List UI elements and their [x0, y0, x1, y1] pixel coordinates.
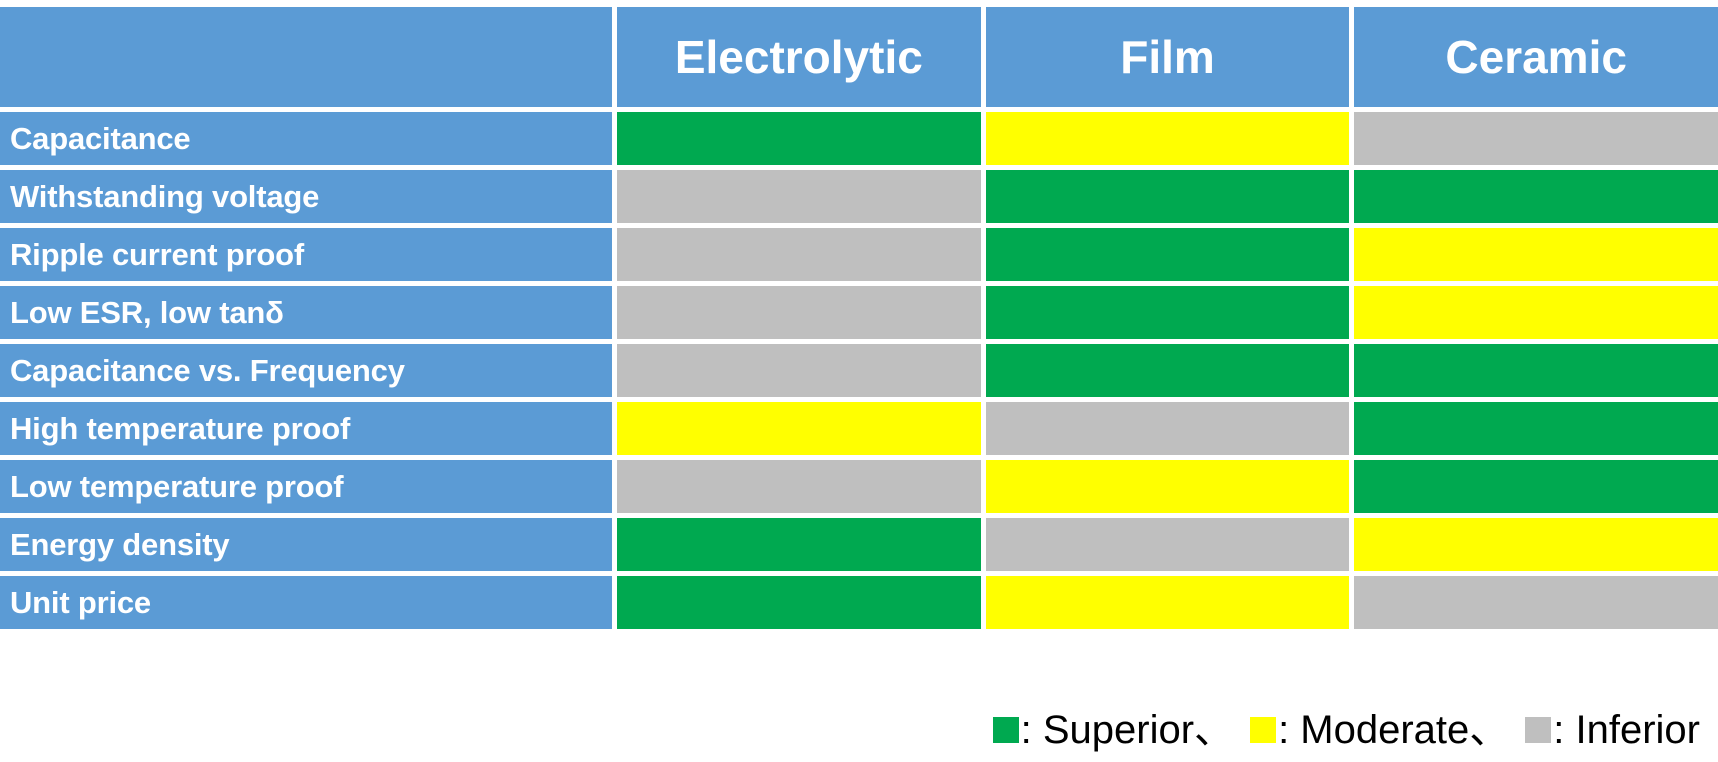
row-label: Low temperature proof: [0, 460, 612, 513]
table-row: Low ESR, low tanδ: [0, 286, 1718, 339]
table-row: Capacitance: [0, 112, 1718, 165]
rating-cell-inferior: [617, 344, 981, 397]
row-label: Capacitance vs. Frequency: [0, 344, 612, 397]
table-row: Capacitance vs. Frequency: [0, 344, 1718, 397]
column-header-film: Film: [985, 7, 1350, 107]
legend-label: : Inferior: [1553, 708, 1700, 752]
table-row: Ripple current proof: [0, 228, 1718, 281]
rating-cell-superior: [617, 576, 981, 629]
rating-cell-moderate: [617, 402, 981, 455]
rating-cell-superior: [1354, 170, 1718, 223]
rating-cell-superior: [985, 344, 1350, 397]
legend-label: : Moderate、: [1278, 708, 1510, 752]
table-header-row: Electrolytic Film Ceramic: [0, 7, 1718, 107]
rating-cell-moderate: [1354, 228, 1718, 281]
rating-cell-superior: [1354, 402, 1718, 455]
rating-cell-superior: [617, 112, 981, 165]
legend-swatch-superior-icon: [992, 717, 1019, 743]
legend-item-moderate: : Moderate、: [1250, 710, 1509, 750]
rating-cell-superior: [1354, 460, 1718, 513]
rating-cell-inferior: [617, 460, 981, 513]
rating-cell-moderate: [1354, 286, 1718, 339]
capacitor-comparison-figure: Electrolytic Film Ceramic Capacitance Withst…: [0, 0, 1718, 762]
table-row: Low temperature proof: [0, 460, 1718, 513]
legend-swatch-moderate-icon: [1250, 717, 1277, 743]
row-label: Unit price: [0, 576, 612, 629]
row-label: Energy density: [0, 518, 612, 571]
row-label: Withstanding voltage: [0, 170, 612, 223]
rating-cell-moderate: [985, 112, 1350, 165]
rating-cell-inferior: [1354, 576, 1718, 629]
table-row: Withstanding voltage: [0, 170, 1718, 223]
rating-cell-inferior: [985, 402, 1350, 455]
row-label: High temperature proof: [0, 402, 612, 455]
rating-cell-moderate: [1354, 518, 1718, 571]
legend-swatch-inferior-icon: [1525, 717, 1552, 743]
rating-cell-inferior: [617, 228, 981, 281]
legend-item-superior: : Superior、: [992, 708, 1235, 752]
row-label: Low ESR, low tanδ: [0, 286, 612, 339]
comparison-table: Electrolytic Film Ceramic Capacitance Withst…: [0, 7, 1718, 634]
rating-cell-inferior: [1354, 112, 1718, 165]
legend-label: : Superior、: [1020, 708, 1235, 752]
row-label: Ripple current proof: [0, 228, 612, 281]
rating-cell-superior: [617, 518, 981, 571]
table-row: Energy density: [0, 518, 1718, 571]
rating-cell-superior: [1354, 344, 1718, 397]
column-header-electrolytic: Electrolytic: [617, 7, 981, 107]
row-label: Capacitance: [0, 112, 612, 165]
rating-cell-superior: [985, 170, 1350, 223]
table-corner-cell: [0, 7, 612, 107]
legend: : Superior、 : Moderate、 : Inferior: [0, 640, 1718, 762]
column-header-ceramic: Ceramic: [1354, 7, 1718, 107]
rating-cell-inferior: [617, 286, 981, 339]
legend-items: : Superior、 : Moderate、 : Inferior: [992, 708, 1700, 762]
legend-item-inferior: : Inferior: [1525, 710, 1700, 750]
rating-cell-moderate: [985, 460, 1350, 513]
rating-cell-superior: [985, 286, 1350, 339]
rating-cell-inferior: [985, 518, 1350, 571]
rating-cell-inferior: [617, 170, 981, 223]
rating-cell-superior: [985, 228, 1350, 281]
table-row: High temperature proof: [0, 402, 1718, 455]
table-row: Unit price: [0, 576, 1718, 629]
rating-cell-moderate: [985, 576, 1350, 629]
